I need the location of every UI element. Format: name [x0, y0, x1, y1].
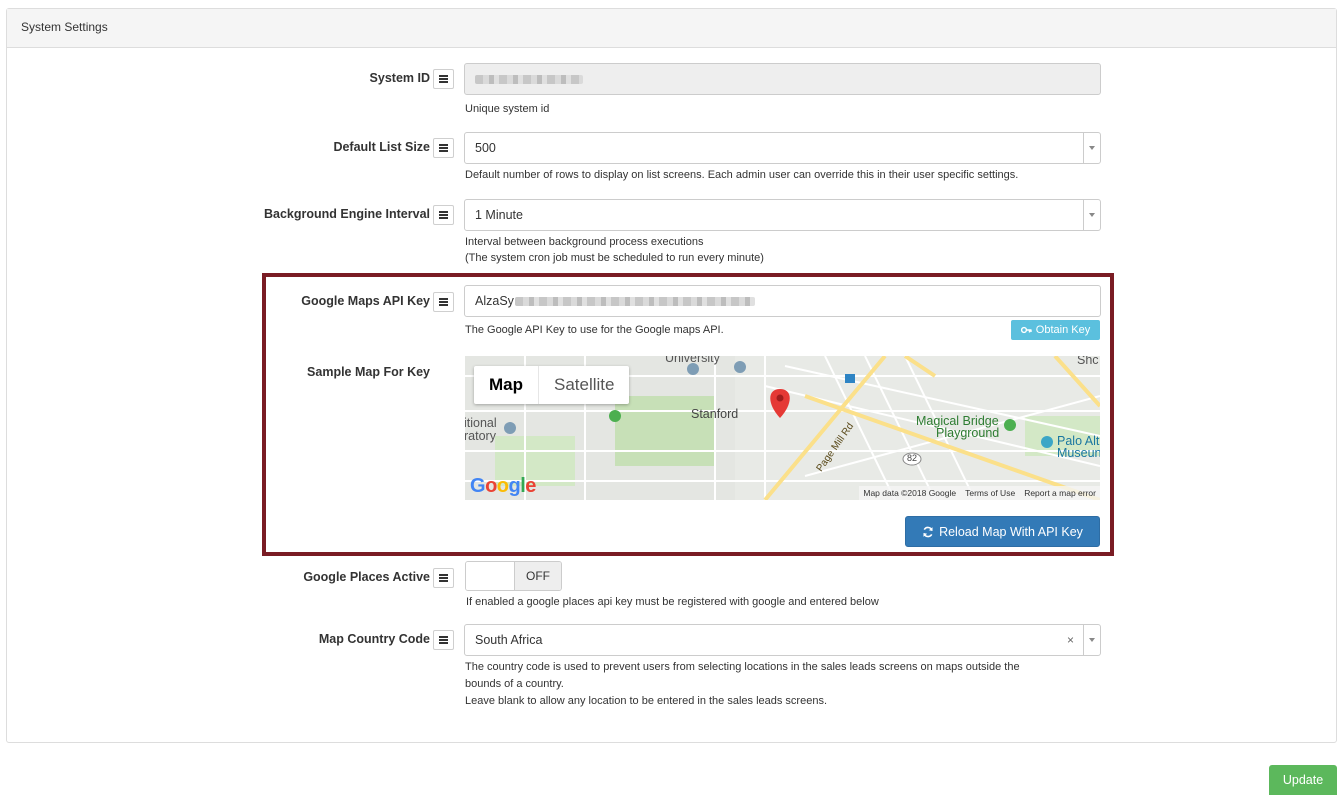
map-tab[interactable]: Map: [474, 366, 538, 404]
switch-handle[interactable]: [466, 562, 514, 590]
map-footer: Map data ©2018 Google Terms of Use Repor…: [859, 486, 1100, 500]
map-type-toggle: Map Satellite: [474, 366, 630, 404]
map-country-code-label: Map Country Code: [318, 632, 430, 646]
dropdown-toggle[interactable]: [1083, 133, 1100, 163]
report-map-error-link[interactable]: Report a map error: [1024, 488, 1096, 498]
google-maps-api-key-help: The Google API Key to use for the Google…: [465, 324, 724, 336]
system-id-menu-button[interactable]: [433, 69, 454, 89]
background-engine-interval-label: Background Engine Interval: [263, 207, 430, 221]
default-list-size-help: Default number of rows to display on lis…: [465, 169, 1019, 181]
select-value: 1 Minute: [475, 208, 523, 222]
hamburger-icon: [439, 639, 448, 641]
map-place-shc: Shc: [1077, 356, 1099, 367]
sample-map[interactable]: Map Satellite University Stanford itiona…: [465, 356, 1100, 500]
update-button[interactable]: Update: [1269, 765, 1337, 795]
hamburger-icon: [439, 78, 448, 80]
google-maps-api-key-input[interactable]: AlzaSy: [464, 285, 1101, 317]
refresh-icon: [923, 526, 933, 537]
hamburger-icon: [439, 301, 448, 303]
map-place-national: itional: [465, 416, 497, 430]
help-line: bounds of a country.: [465, 678, 564, 690]
select-value: South Africa: [475, 633, 543, 647]
satellite-tab[interactable]: Satellite: [538, 366, 629, 404]
background-engine-interval-help: Interval between background process exec…: [465, 234, 764, 266]
panel-title: System Settings: [7, 9, 1336, 48]
help-line: The country code is used to prevent user…: [465, 661, 1020, 673]
help-line: Leave blank to allow any location to be …: [465, 695, 828, 707]
switch-state: OFF: [514, 562, 561, 590]
select-value: 500: [475, 141, 496, 155]
hamburger-icon: [439, 214, 448, 216]
system-id-label: System ID: [369, 71, 430, 85]
help-line: Interval between background process exec…: [465, 236, 704, 248]
sample-map-label: Sample Map For Key: [307, 365, 430, 379]
dropdown-toggle[interactable]: [1083, 200, 1100, 230]
map-place-museum: Museun: [1057, 446, 1100, 460]
reload-map-label: Reload Map With API Key: [939, 524, 1083, 539]
caret-down-icon: [1089, 638, 1095, 642]
google-logo: Google: [470, 475, 536, 497]
clear-selection-icon[interactable]: ×: [1067, 633, 1074, 647]
caret-down-icon: [1089, 146, 1095, 150]
default-list-size-menu-button[interactable]: [433, 138, 454, 158]
default-list-size-label: Default List Size: [333, 140, 430, 154]
background-engine-interval-select[interactable]: 1 Minute: [464, 199, 1101, 231]
map-country-code-select[interactable]: South Africa ×: [464, 624, 1101, 656]
obtain-key-button[interactable]: Obtain Key: [1011, 320, 1100, 340]
map-place-stanford: Stanford: [691, 407, 739, 421]
default-list-size-select[interactable]: 500: [464, 132, 1101, 164]
map-place-playground: Playground: [936, 426, 1000, 440]
map-data-credit: Map data ©2018 Google: [863, 488, 957, 498]
map-place-university: University: [665, 356, 720, 365]
hamburger-icon: [439, 577, 448, 579]
background-engine-interval-menu-button[interactable]: [433, 205, 454, 225]
map-place-oratory: ratory: [465, 429, 496, 443]
key-icon: [1020, 326, 1032, 334]
caret-down-icon: [1089, 213, 1095, 217]
google-maps-api-key-label: Google Maps API Key: [301, 294, 430, 308]
dropdown-toggle[interactable]: [1083, 625, 1100, 655]
system-id-help: Unique system id: [465, 103, 550, 115]
map-route-marker: 82: [907, 453, 918, 463]
terms-of-use-link[interactable]: Terms of Use: [965, 488, 1015, 498]
hamburger-icon: [439, 147, 448, 149]
map-country-code-help: The country code is used to prevent user…: [465, 659, 1020, 710]
help-line: (The system cron job must be scheduled t…: [465, 252, 764, 264]
google-places-active-menu-button[interactable]: [433, 568, 454, 588]
google-places-active-switch[interactable]: OFF: [465, 561, 562, 591]
map-country-code-menu-button[interactable]: [433, 630, 454, 650]
obtain-key-label: Obtain Key: [1035, 324, 1091, 336]
api-key-prefix: AlzaSy: [475, 294, 514, 308]
redacted-value: [475, 74, 583, 84]
system-id-field: [464, 63, 1101, 95]
google-places-active-label: Google Places Active: [303, 570, 430, 584]
google-maps-api-key-menu-button[interactable]: [433, 292, 454, 312]
redacted-value: [514, 296, 755, 306]
google-places-active-help: If enabled a google places api key must …: [466, 596, 879, 608]
reload-map-button[interactable]: Reload Map With API Key: [905, 516, 1100, 547]
